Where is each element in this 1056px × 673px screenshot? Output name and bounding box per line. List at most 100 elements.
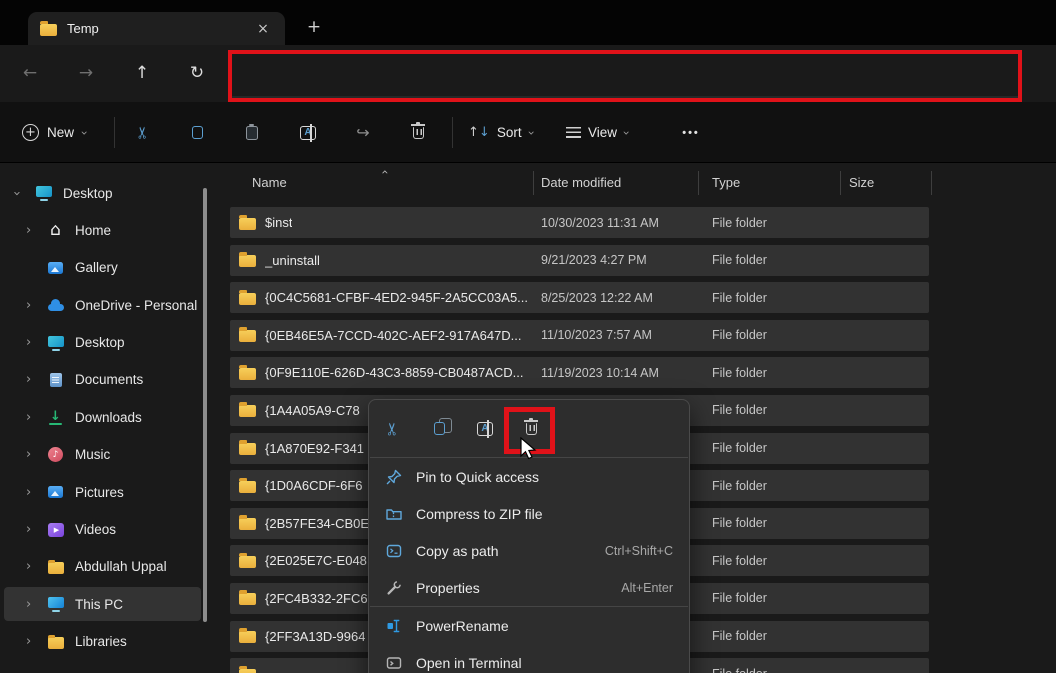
up-button[interactable]	[128, 59, 156, 87]
rename-button[interactable]	[293, 114, 323, 151]
file-type: File folder	[712, 553, 767, 568]
close-icon[interactable]	[255, 21, 271, 37]
chevron-icon[interactable]	[26, 223, 42, 238]
chevron-icon[interactable]	[26, 559, 42, 574]
file-row[interactable]: {0C4C5681-CFBF-4ED2-945F-2A5CC03A5... 8/2…	[230, 282, 929, 314]
sidebar-item-label: Music	[75, 447, 111, 463]
chevron-icon[interactable]	[26, 372, 42, 387]
sidebar-item[interactable]: Gallery	[4, 251, 201, 285]
sidebar-item[interactable]: New Volume (D:)	[4, 662, 201, 673]
file-type: File folder	[712, 629, 767, 644]
column-header-name[interactable]: Name	[252, 175, 287, 190]
column-divider[interactable]	[533, 171, 534, 195]
file-date-modified: 10/30/2023 11:31 AM	[541, 215, 659, 230]
chevron-icon[interactable]	[26, 298, 42, 313]
menu-item-copy-as-path[interactable]: Copy as path Ctrl+Shift+C	[369, 532, 689, 569]
forward-button[interactable]	[72, 59, 100, 87]
sidebar-item[interactable]: Videos	[4, 513, 201, 547]
new-tab-button[interactable]	[303, 16, 325, 38]
pin-icon	[386, 469, 402, 484]
sidebar-item-icon	[46, 372, 65, 388]
rename-icon	[300, 123, 316, 142]
sidebar-item-label: Pictures	[75, 484, 124, 500]
share-button[interactable]	[348, 114, 378, 151]
sidebar-item[interactable]: This PC	[4, 587, 201, 622]
chevron-icon[interactable]	[26, 485, 42, 500]
menu-item-compress-to-zip[interactable]: Compress to ZIP file	[369, 495, 689, 532]
menu-item-label: PowerRename	[416, 617, 509, 634]
file-name: {0F9E110E-626D-43C3-8859-CB0487ACD...	[265, 365, 524, 381]
file-row[interactable]: {0EB46E5A-7CCD-402C-AEF2-917A647D... 11/1…	[230, 319, 929, 351]
terminal-icon	[386, 656, 402, 669]
sidebar-item[interactable]: Documents	[4, 363, 201, 397]
copy-path-icon	[386, 544, 402, 557]
file-row[interactable]: $inst 10/30/2023 11:31 AM File folder	[230, 207, 929, 238]
view-button[interactable]: View	[566, 114, 629, 151]
sidebar-item[interactable]: Downloads	[4, 400, 201, 434]
cut-button[interactable]	[128, 114, 158, 151]
sidebar-item-icon	[46, 559, 65, 575]
column-header-size[interactable]: Size	[849, 175, 874, 190]
cut-button[interactable]	[370, 409, 416, 449]
column-header-type[interactable]: Type	[712, 175, 740, 190]
file-date-modified: 11/19/2023 10:14 AM	[541, 365, 659, 380]
delete-button[interactable]	[403, 114, 433, 151]
menu-item-powerrename[interactable]: PowerRename	[369, 607, 689, 644]
sort-button[interactable]: Sort	[468, 114, 533, 151]
sidebar-item-icon	[46, 447, 65, 463]
file-row[interactable]: {0F9E110E-626D-43C3-8859-CB0487ACD... 11/…	[230, 357, 929, 389]
navigation-sidebar: Desktop Home Gallery OneDrive - Personal Des…	[0, 163, 215, 673]
sidebar-item[interactable]: Music	[4, 438, 201, 472]
sidebar-item-label: OneDrive - Personal	[75, 297, 198, 313]
column-divider[interactable]	[840, 171, 841, 195]
sidebar-item[interactable]: OneDrive - Personal	[4, 288, 201, 322]
tab-temp[interactable]: Temp	[28, 12, 285, 45]
file-date-modified: 9/21/2023 4:27 PM	[541, 253, 647, 268]
chevron-icon[interactable]	[26, 634, 42, 649]
share-icon	[356, 123, 369, 142]
file-type: File folder	[712, 667, 767, 673]
sidebar-scrollbar[interactable]	[203, 188, 207, 622]
menu-item-label: Open in Terminal	[416, 654, 522, 671]
tab-bar: Temp	[0, 0, 1056, 45]
paste-button[interactable]	[237, 114, 267, 151]
refresh-button[interactable]	[183, 59, 211, 87]
file-type: File folder	[712, 253, 767, 268]
file-row[interactable]: _uninstall 9/21/2023 4:27 PM File folder	[230, 244, 929, 276]
sidebar-item[interactable]: Abdullah Uppal	[4, 550, 201, 584]
sidebar-item[interactable]: Desktop	[4, 326, 201, 360]
chevron-icon[interactable]	[26, 410, 42, 425]
sidebar-item[interactable]: Desktop	[4, 176, 201, 210]
file-type: File folder	[712, 591, 767, 606]
menu-item-properties[interactable]: Properties Alt+Enter	[369, 569, 689, 606]
column-divider[interactable]	[698, 171, 699, 195]
copy-button[interactable]	[416, 409, 462, 449]
copy-button[interactable]	[182, 114, 212, 151]
toolbar-divider	[452, 117, 453, 148]
wrench-icon	[387, 580, 401, 595]
menu-item-open-in-terminal[interactable]: Open in Terminal	[369, 644, 689, 673]
chevron-icon[interactable]	[26, 447, 42, 462]
chevron-down-icon	[619, 130, 633, 135]
column-divider[interactable]	[931, 171, 932, 195]
back-button[interactable]	[16, 59, 44, 87]
chevron-icon[interactable]	[26, 260, 42, 275]
more-options-button[interactable]	[676, 114, 706, 151]
new-button[interactable]: New	[22, 114, 87, 151]
chevron-icon[interactable]	[14, 186, 30, 201]
sidebar-item[interactable]: Home	[4, 213, 201, 247]
scissors-icon	[134, 126, 153, 139]
file-date-modified: 8/25/2023 12:22 AM	[541, 290, 653, 305]
sidebar-item-icon	[46, 596, 65, 612]
chevron-icon[interactable]	[26, 597, 42, 612]
column-header-date-modified[interactable]: Date modified	[541, 175, 621, 190]
chevron-icon[interactable]	[26, 335, 42, 350]
sidebar-item[interactable]: Pictures	[4, 475, 201, 509]
menu-item-pin-to-quick-access[interactable]: Pin to Quick access	[369, 458, 689, 495]
chevron-down-icon	[524, 130, 538, 135]
sidebar-item[interactable]: Libraries	[4, 625, 201, 659]
folder-icon	[239, 515, 256, 531]
rename-button[interactable]	[462, 409, 508, 449]
chevron-icon[interactable]	[26, 522, 42, 537]
file-type: File folder	[712, 215, 767, 230]
